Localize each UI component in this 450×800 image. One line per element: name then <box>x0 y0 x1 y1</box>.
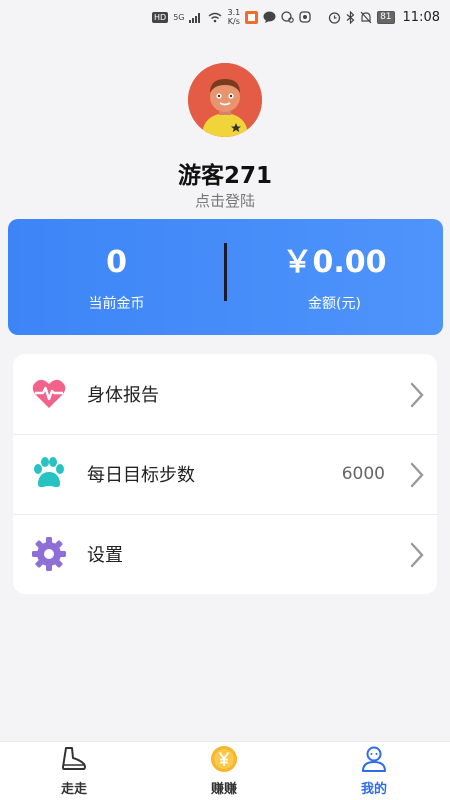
network-speed-unit: K/s <box>227 17 240 26</box>
login-link[interactable]: 点击登陆 <box>0 190 450 211</box>
amount-section[interactable]: ￥0.00 金额(元) <box>226 243 443 313</box>
gear-icon <box>32 537 66 571</box>
tab-label: 我的 <box>360 782 387 797</box>
amount-label: 金额(元) <box>308 296 361 312</box>
amount-value: ￥0.00 <box>282 245 387 280</box>
heartbeat-icon <box>32 379 66 408</box>
shoe-icon <box>62 747 86 770</box>
menu-item-body-report[interactable]: 身体报告 <box>13 354 437 434</box>
menu-item-label: 身体报告 <box>87 385 159 406</box>
hd-badge: HD <box>152 11 169 23</box>
app-notification-icon <box>245 10 259 24</box>
chevron-right-icon <box>410 542 424 568</box>
avatar[interactable] <box>188 63 262 137</box>
yuan-coin-icon <box>211 746 237 772</box>
menu-item-label: 每日目标步数 <box>87 465 195 486</box>
daily-steps-value: 6000 <box>341 464 385 484</box>
coins-value: 0 <box>106 245 127 280</box>
status-bar-left: HD 5G 3.1 K/s <box>152 8 311 26</box>
coins-label: 当前金币 <box>88 296 145 312</box>
signal-icon <box>189 12 201 23</box>
wifi-icon <box>209 12 222 22</box>
alarm-icon <box>328 11 341 24</box>
tab-walk[interactable]: 走走 <box>34 742 114 800</box>
network-type: 5G <box>173 12 185 22</box>
bluetooth-icon <box>346 10 355 24</box>
user-icon <box>362 746 386 772</box>
menu-list: 身体报告 每日目标步数 6000 设置 <box>13 354 437 594</box>
tab-label: 赚赚 <box>210 782 237 797</box>
menu-item-settings[interactable]: 设置 <box>13 514 437 594</box>
paw-icon <box>34 457 64 488</box>
status-bar-right: 81 11:08 <box>328 10 440 25</box>
chat-icon <box>281 11 294 23</box>
menu-item-label: 设置 <box>87 545 123 566</box>
battery-level: 81 <box>377 10 395 24</box>
network-speed-value: 3.1 <box>227 8 241 17</box>
network-speed: 3.1 K/s <box>227 8 240 26</box>
username[interactable]: 游客271 <box>0 156 450 190</box>
bottom-nav: 走走 赚赚 我的 <box>0 741 450 800</box>
sync-icon <box>299 11 311 23</box>
coin-card: 0 当前金币 ￥0.00 金额(元) <box>8 219 443 335</box>
tab-label: 走走 <box>60 782 87 797</box>
coins-section[interactable]: 0 当前金币 <box>8 243 225 313</box>
tab-earn[interactable]: 赚赚 <box>184 742 264 800</box>
tab-mine[interactable]: 我的 <box>334 742 414 800</box>
status-bar: HD 5G 3.1 K/s 81 11:08 <box>0 0 450 34</box>
chevron-right-icon <box>410 462 424 488</box>
chevron-right-icon <box>410 382 424 408</box>
message-icon <box>263 11 276 23</box>
mute-bell-icon <box>360 11 372 23</box>
menu-item-daily-steps[interactable]: 每日目标步数 6000 <box>13 434 437 514</box>
avatar-illustration <box>188 63 262 137</box>
clock: 11:08 <box>402 9 440 25</box>
